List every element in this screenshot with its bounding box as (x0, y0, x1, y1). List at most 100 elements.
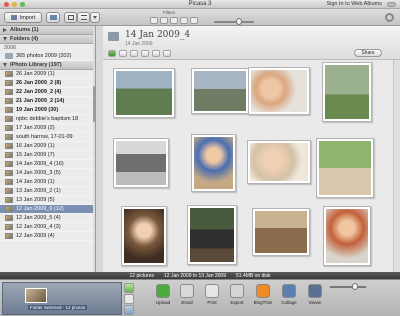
toolbar: Import Filters (0, 9, 400, 26)
move-icon[interactable] (152, 50, 160, 57)
event-item[interactable]: 14 Jan 2009 (1) (0, 178, 95, 187)
event-item[interactable]: south harrow, 17-01-09 (0, 133, 95, 142)
filter-faces-icon[interactable] (170, 17, 178, 24)
event-item[interactable]: 13 Jan 2009 (5) (0, 196, 95, 205)
chevron-down-icon (93, 16, 97, 19)
thumbnail-size-knob[interactable] (352, 283, 358, 290)
action-label: Collage (281, 300, 297, 305)
event-item[interactable]: 19 Jan 2009 (30) (0, 106, 95, 115)
movie-button[interactable]: Movie (304, 282, 326, 316)
search-icon[interactable] (385, 13, 394, 22)
photo-thumbnail[interactable] (323, 206, 371, 266)
event-item[interactable]: 17 Jan 2009 (2) (0, 124, 95, 133)
photo-grid-scrollbar[interactable] (393, 60, 400, 272)
event-item[interactable]: 13 Jan 2009_2 (1) (0, 187, 95, 196)
toolbar-toggle-button[interactable] (387, 2, 396, 7)
event-item[interactable]: 21 Jan 2009_2 (14) (0, 97, 95, 106)
event-item-label: 17 Jan 2009 (2) (16, 125, 55, 131)
sidebar-scrollbar[interactable] (93, 26, 95, 272)
event-item[interactable]: 14 Jan 2009_4 (16) (0, 160, 95, 169)
event-item[interactable]: 14 Jan 2009_3 (5) (0, 169, 95, 178)
event-thumbnail-icon (5, 134, 13, 140)
photo-thumbnail[interactable] (191, 134, 236, 192)
filter-starred-icon[interactable] (150, 17, 158, 24)
share-button[interactable]: Share (354, 49, 382, 57)
sidebar-scrollbar-thumb[interactable] (93, 86, 95, 122)
event-item[interactable]: 12 Jan 2009_6 (12) (0, 205, 95, 214)
folder-icon (108, 32, 119, 41)
event-thumbnail-icon (5, 143, 13, 149)
event-thumbnail-icon (5, 206, 13, 212)
photo-thumbnail[interactable] (322, 62, 372, 122)
photo-thumbnail[interactable] (113, 68, 175, 118)
albums-group-header[interactable]: Albums (1) (0, 26, 95, 35)
bottom-tray: Folder Selected - 12 photos Upload Email P… (0, 279, 400, 316)
photo-thumbnail[interactable] (316, 138, 374, 198)
view-options-button[interactable] (90, 12, 100, 23)
action-label: Upload (155, 300, 171, 305)
filter-video-icon[interactable] (160, 17, 168, 24)
view-list-button[interactable] (77, 12, 90, 23)
new-album-button[interactable] (46, 12, 60, 23)
event-item-label: 21 Jan 2009_2 (14) (16, 98, 65, 104)
event-thumbnail-icon (5, 179, 13, 185)
photo-thumbnail[interactable] (113, 138, 169, 188)
folder-item[interactable]: 365 photos 2009 (202) (0, 52, 95, 61)
event-thumbnail-icon (5, 233, 13, 239)
upload-button[interactable]: Upload (152, 282, 174, 316)
event-item[interactable]: 16 Jan 2009 (1) (0, 142, 95, 151)
event-item[interactable]: 12 Jan 2009 (4) (0, 232, 95, 241)
photo-thumbnail[interactable] (191, 68, 249, 114)
filter-geotag-icon[interactable] (180, 17, 188, 24)
info-icon[interactable] (141, 50, 149, 57)
event-item[interactable]: 26 Jan 2009 (1) (0, 70, 95, 79)
filter-date-slider[interactable] (214, 21, 254, 23)
email-icon (180, 284, 194, 298)
photo-grid (103, 60, 400, 272)
selection-label: Folder Selected - 12 photos (28, 305, 88, 310)
album-title[interactable]: 14 Jan 2009_4 (125, 30, 190, 40)
photo-thumbnail[interactable] (248, 67, 310, 115)
email-folder-icon[interactable] (119, 50, 127, 57)
event-item[interactable]: npbc debbie's baptism 18 (0, 115, 95, 124)
event-thumbnail-icon (5, 98, 13, 104)
clear-tray-icon[interactable] (124, 294, 134, 304)
photo-thumbnail[interactable] (121, 206, 167, 266)
export-button[interactable]: Export (226, 282, 248, 316)
blogthis-icon (256, 284, 270, 298)
disk-usage: 51.4MB on disk (236, 272, 271, 279)
event-item[interactable]: 26 Jan 2009_2 (8) (0, 79, 95, 88)
photo-thumbnail[interactable] (247, 140, 311, 184)
view-grid-button[interactable] (64, 12, 77, 23)
filter-slider-knob[interactable] (236, 18, 242, 25)
event-item[interactable]: 12 Jan 2009_5 (4) (0, 214, 95, 223)
sign-in-link[interactable]: Sign In to Web Albums (326, 1, 382, 7)
email-button[interactable]: Email (176, 282, 198, 316)
event-thumbnail-icon (5, 71, 13, 77)
import-icon (10, 15, 17, 20)
selection-tray[interactable]: Folder Selected - 12 photos (2, 282, 122, 315)
import-button[interactable]: Import (4, 12, 42, 23)
event-item[interactable]: 15 Jan 2009 (7) (0, 151, 95, 160)
thumbnail-size-slider[interactable] (330, 286, 366, 288)
folders-group-header[interactable]: Folders (4) (0, 35, 95, 44)
iphoto-group-header[interactable]: iPhoto Library (197) (0, 61, 95, 70)
hold-pin-icon[interactable] (124, 283, 134, 293)
photo-thumbnail[interactable] (187, 205, 237, 265)
tray-thumbnail[interactable] (25, 288, 47, 303)
properties-icon[interactable] (163, 50, 171, 57)
folders-group-label: Folders (4) (10, 36, 39, 42)
event-item[interactable]: 12 Jan 2009_4 (3) (0, 223, 95, 232)
collage-button[interactable]: Collage (278, 282, 300, 316)
blogthis-button[interactable]: BlogThis! (252, 282, 274, 316)
filter-uploaded-icon[interactable] (190, 17, 198, 24)
event-item[interactable]: 22 Jan 2009_2 (4) (0, 88, 95, 97)
year-heading: 2006 (4, 45, 17, 51)
event-item-label: 26 Jan 2009_2 (8) (16, 80, 62, 86)
sync-folder-icon[interactable] (130, 50, 138, 57)
add-to-album-icon[interactable] (124, 305, 134, 315)
print-button[interactable]: Print (201, 282, 223, 316)
photo-thumbnail[interactable] (252, 208, 310, 256)
play-slideshow-icon[interactable] (108, 50, 116, 57)
action-label: Print (207, 300, 217, 305)
